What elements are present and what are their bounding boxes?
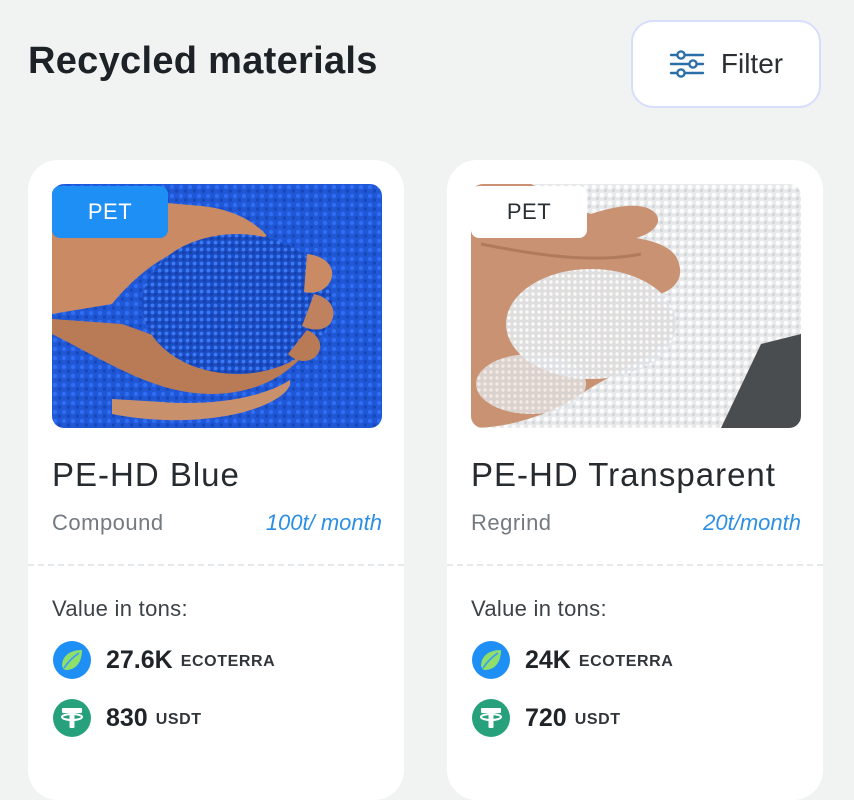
- price-row-ecoterra: 27.6K ECOTERRA: [52, 640, 275, 680]
- material-type: Compound: [52, 510, 164, 535]
- material-tag: PET: [471, 186, 587, 238]
- sliders-icon: [669, 50, 705, 78]
- price-currency: USDT: [574, 711, 621, 728]
- material-title: PE-HD Transparent: [471, 456, 776, 493]
- material-rate: 20t/month: [703, 510, 801, 535]
- page-title: Recycled materials: [28, 40, 378, 82]
- usdt-tether-icon: [53, 699, 91, 737]
- value-label: Value in tons:: [52, 596, 188, 621]
- price-currency: ECOTERRA: [578, 653, 674, 670]
- page-header: Recycled materials Filter: [0, 0, 854, 130]
- material-title: PE-HD Blue: [52, 456, 240, 493]
- filter-label: Filter: [720, 48, 784, 79]
- ecoterra-leaf-icon: [53, 641, 91, 679]
- card-divider: [28, 564, 404, 566]
- price-amount: 830: [106, 703, 148, 732]
- material-type: Regrind: [471, 510, 552, 535]
- filter-button[interactable]: Filter: [631, 20, 821, 108]
- price-row-usdt: 830 USDT: [52, 698, 202, 738]
- price-row-ecoterra: 24K ECOTERRA: [471, 640, 673, 680]
- price-currency: ECOTERRA: [180, 653, 276, 670]
- price-row-usdt: 720 USDT: [471, 698, 621, 738]
- price-amount: 720: [525, 703, 567, 732]
- price-amount: 27.6K: [106, 645, 173, 674]
- material-tag: PET: [52, 186, 168, 238]
- ecoterra-leaf-icon: [472, 641, 510, 679]
- value-label: Value in tons:: [471, 596, 607, 621]
- material-card[interactable]: PET PE-HD Blue Compound 100t/ month Valu…: [28, 160, 404, 800]
- price-amount: 24K: [525, 645, 571, 674]
- card-divider: [447, 564, 823, 566]
- usdt-tether-icon: [472, 699, 510, 737]
- material-card[interactable]: PET PE-HD Transparent Regrind 20t/month …: [447, 160, 823, 800]
- material-rate: 100t/ month: [265, 510, 382, 535]
- price-currency: USDT: [155, 711, 202, 728]
